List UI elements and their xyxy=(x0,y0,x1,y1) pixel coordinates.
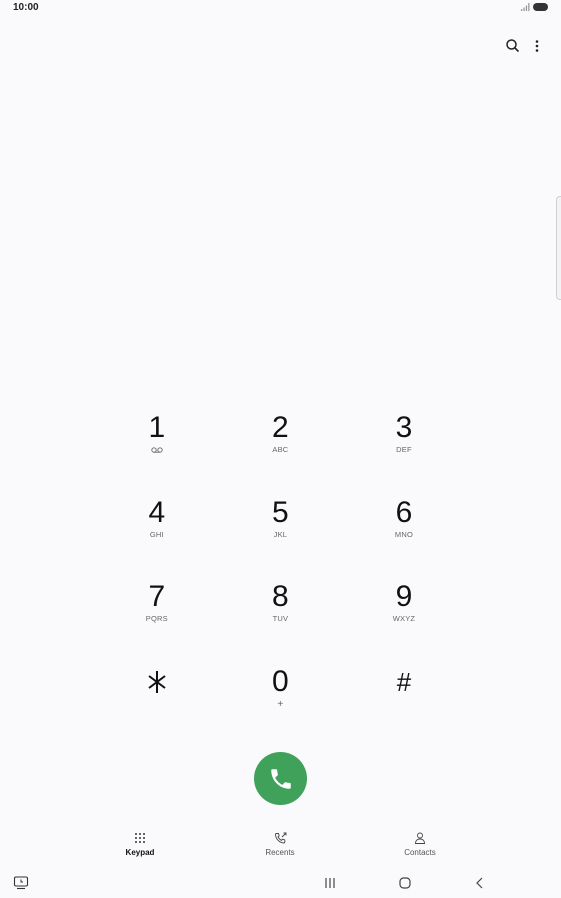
asterisk-icon xyxy=(148,670,166,693)
key-letters: PQRS xyxy=(145,614,168,623)
more-options-button[interactable] xyxy=(527,36,547,56)
tab-label: Recents xyxy=(265,848,295,857)
key-star[interactable] xyxy=(95,654,219,739)
key-7[interactable]: 7 PQRS xyxy=(95,569,219,654)
edge-panel-handle[interactable] xyxy=(556,196,561,300)
key-letters: WXYZ xyxy=(392,614,416,623)
key-digit: 5 xyxy=(272,495,289,529)
tab-recents[interactable]: Recents xyxy=(240,832,320,857)
recents-icon xyxy=(274,832,286,844)
call-button[interactable] xyxy=(254,752,307,805)
key-4[interactable]: 4 GHI xyxy=(95,485,219,570)
key-digit: 6 xyxy=(395,495,413,529)
key-letters: + xyxy=(277,698,284,710)
key-1[interactable]: 1 xyxy=(95,400,219,485)
home-icon xyxy=(399,877,411,889)
back-icon xyxy=(476,877,483,889)
key-letters: JKL xyxy=(273,529,288,539)
screen-recorder-button[interactable] xyxy=(13,876,29,895)
phone-icon xyxy=(270,768,291,789)
tab-keypad[interactable]: Keypad xyxy=(100,832,180,857)
key-letters: TUV xyxy=(272,614,289,623)
key-digit: # xyxy=(396,666,412,697)
key-digit: 1 xyxy=(148,411,166,444)
key-digit: 0 xyxy=(272,664,289,698)
key-6[interactable]: 6 MNO xyxy=(342,485,466,570)
screen-recorder-icon xyxy=(13,876,29,890)
key-digit: 9 xyxy=(395,580,413,613)
bottom-tabs: Keypad Recents Contacts xyxy=(0,832,561,866)
battery-icon xyxy=(533,3,548,11)
key-digit: 3 xyxy=(395,411,413,444)
key-digit: 8 xyxy=(272,580,289,613)
key-letters: MNO xyxy=(394,529,414,539)
key-9[interactable]: 9 WXYZ xyxy=(342,569,466,654)
tab-contacts[interactable]: Contacts xyxy=(380,832,460,857)
key-8[interactable]: 8 TUV xyxy=(219,569,343,654)
contacts-icon xyxy=(415,832,425,844)
key-digit: 7 xyxy=(148,580,166,613)
recent-apps-button[interactable] xyxy=(323,876,337,895)
key-2[interactable]: 2 ABC xyxy=(219,400,343,485)
status-bar: 10:00 xyxy=(0,0,561,16)
key-0[interactable]: 0 + xyxy=(219,654,343,739)
search-button[interactable] xyxy=(503,36,523,56)
keypad-icon xyxy=(135,833,145,843)
system-nav-bar xyxy=(0,872,561,896)
dial-keypad: 1 2 ABC 3 DEF 4 GHI 5 JKL 6 MNO 7 PQRS 8… xyxy=(95,400,466,738)
key-digit: 4 xyxy=(148,495,166,529)
back-button[interactable] xyxy=(473,876,487,895)
more-vert-icon xyxy=(535,40,539,52)
recent-apps-icon xyxy=(325,878,335,888)
voicemail-icon xyxy=(151,447,163,453)
search-icon xyxy=(506,39,519,52)
key-3[interactable]: 3 DEF xyxy=(342,400,466,485)
key-hash[interactable]: # xyxy=(342,654,466,739)
status-time: 10:00 xyxy=(13,2,39,13)
key-letters: ABC xyxy=(272,445,289,454)
tab-label: Keypad xyxy=(125,848,155,857)
tab-label: Contacts xyxy=(404,848,436,857)
home-button[interactable] xyxy=(398,876,412,895)
key-digit: 2 xyxy=(272,411,289,444)
signal-icon xyxy=(521,3,530,11)
key-letters: GHI xyxy=(149,529,164,539)
key-letters: DEF xyxy=(396,445,412,454)
key-5[interactable]: 5 JKL xyxy=(219,485,343,570)
